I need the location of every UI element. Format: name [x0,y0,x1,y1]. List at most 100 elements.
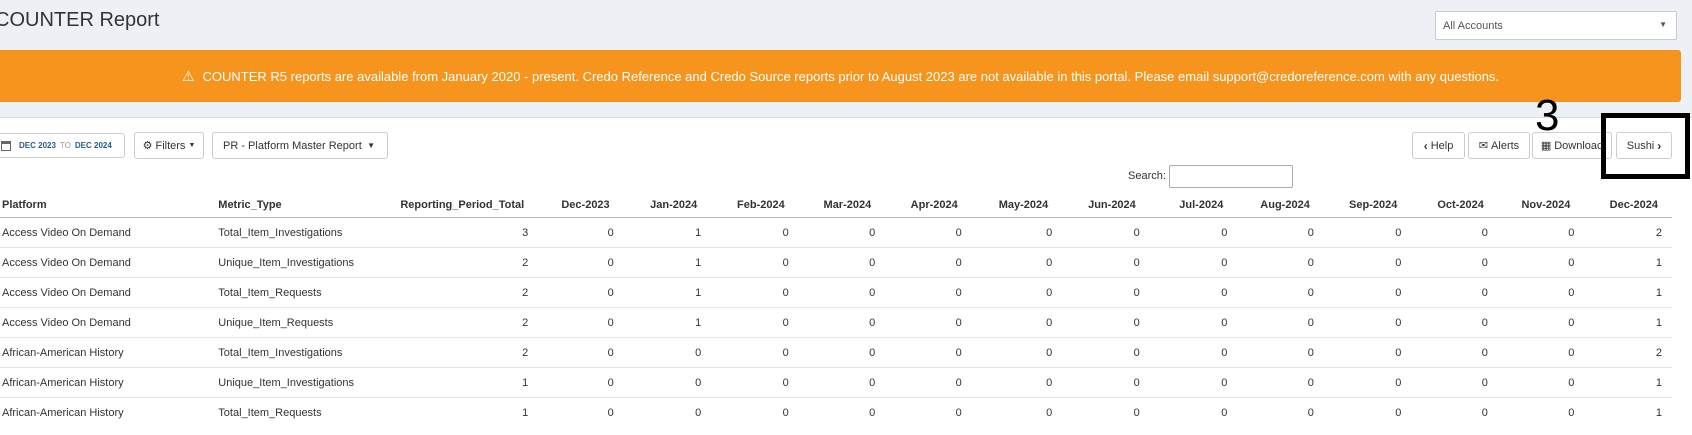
account-select[interactable]: All Accounts ▼ [1435,11,1677,40]
table-cell: 0 [885,397,972,427]
table-cell: Access Video On Demand [0,277,217,308]
table-cell: 0 [538,397,624,427]
column-header[interactable]: Metric_Type [216,193,398,218]
table-cell: 2 [1584,217,1672,248]
table-cell: 0 [1237,337,1324,368]
report-select-value: PR - Platform Master Report [223,139,362,152]
table-cell: 0 [538,367,624,398]
search-input[interactable] [1169,165,1293,188]
table-cell: 1 [1584,247,1672,278]
table-cell: 0 [971,307,1063,338]
download-label: Download [1554,139,1604,152]
table-cell: 0 [1323,337,1412,368]
table-cell: 0 [711,337,799,368]
table-cell: 0 [885,337,972,368]
table-cell: 0 [1497,277,1585,308]
table-cell: 2 [397,307,539,338]
table-row: Access Video On Demand Total_Item_Investi… [0,217,1672,248]
table-cell: 0 [1149,307,1238,338]
report-table: Platform Metric_Type Reporting_Period_Tota… [0,193,1672,427]
table-cell: 1 [397,397,539,427]
alert-banner: ⚠ COUNTER R5 reports are available from … [0,50,1681,102]
date-range-picker[interactable]: DEC 2023 TO DEC 2024 [0,133,125,158]
table-cell: 0 [1062,397,1150,427]
table-cell: 0 [1323,397,1412,427]
table-cell: Unique_Item_Investigations [216,247,398,278]
table-cell: 1 [1584,277,1672,308]
table-cell: 0 [971,277,1063,308]
table-cell: 1 [623,277,712,308]
column-header[interactable]: Aug-2024 [1237,193,1324,218]
date-from: DEC 2023 [19,141,56,150]
table-header-row: Platform Metric_Type Reporting_Period_Tota… [0,193,1672,218]
table-cell: 0 [711,367,799,398]
table-cell: 0 [711,307,799,338]
table-row: Access Video On Demand Unique_Item_Invest… [0,247,1672,278]
column-header[interactable]: Sep-2024 [1323,193,1412,218]
date-to: DEC 2024 [74,141,112,150]
table-row: African-American History Unique_Item_Inve… [0,367,1672,398]
warning-icon: ⚠ [181,67,195,84]
table-cell: 0 [885,367,972,398]
table-cell: Total_Item_Requests [216,277,398,308]
table-cell: 0 [1149,337,1238,368]
table-cell: 0 [971,337,1063,368]
table-cell: 2 [397,277,539,308]
report-select[interactable]: PR - Platform Master Report ▼ [212,132,388,159]
column-header[interactable]: Jun-2024 [1062,193,1150,218]
table-cell: 0 [798,337,886,368]
table-cell: 0 [1237,367,1324,398]
page-title: COUNTER Report [0,9,160,31]
table-cell: 2 [397,247,539,278]
table-cell: 0 [971,397,1063,427]
table-cell: 0 [1323,307,1412,338]
table-cell: 0 [1497,307,1585,338]
table-cell: 0 [1323,367,1412,398]
table-cell: 1 [1584,307,1672,338]
table-cell: 0 [1062,367,1150,398]
column-header[interactable]: Reporting_Period_Total [397,193,539,218]
column-header[interactable]: Oct-2024 [1411,193,1498,218]
help-label: Help [1430,139,1454,152]
column-header[interactable]: Mar-2024 [798,193,886,218]
table-cell: 0 [623,337,712,368]
table-cell: 0 [1497,247,1585,278]
table-cell: 0 [798,307,886,338]
table-cell: 0 [1411,307,1498,338]
column-header[interactable]: Platform [0,193,217,218]
column-header[interactable]: Dec-2024 [1584,193,1672,218]
column-header[interactable]: Nov-2024 [1497,193,1585,218]
column-header[interactable]: May-2024 [971,193,1063,218]
table-cell: 0 [538,307,624,338]
column-header[interactable]: Jan-2024 [623,193,712,218]
table-cell: Unique_Item_Requests [216,307,398,338]
table-cell: 0 [1237,247,1324,278]
table-cell: 1 [1584,367,1672,398]
table-cell: 0 [798,397,886,427]
table-cell: 0 [971,247,1063,278]
table-cell: 0 [1411,277,1498,308]
alerts-button[interactable]: ✉ Alerts [1468,132,1530,159]
column-header[interactable]: Jul-2024 [1149,193,1238,218]
table-cell: 0 [711,247,799,278]
table-cell: 0 [798,247,886,278]
calendar-icon [1,140,11,151]
table-cell: 0 [1062,307,1150,338]
table-cell: 3 [397,217,539,248]
table-cell: 0 [711,277,799,308]
table-cell: 0 [711,397,799,427]
table-cell: 0 [1411,247,1498,278]
column-header[interactable]: Apr-2024 [885,193,972,218]
table-row: Access Video On Demand Unique_Item_Reques… [0,307,1672,338]
table-cell: 1 [397,367,539,398]
table-icon: ▦ [1540,140,1552,152]
table-cell: 0 [1237,217,1324,248]
column-header[interactable]: Feb-2024 [711,193,799,218]
page-header: COUNTER Report All Accounts ▼ ⚠ COUNTER … [0,0,1692,118]
help-button[interactable]: ‹ Help [1412,132,1465,159]
column-header[interactable]: Dec-2023 [538,193,624,218]
table-cell: 0 [711,217,799,248]
table-cell: 0 [1497,217,1585,248]
filters-button[interactable]: ⚙ Filters ▼ [134,132,204,159]
table-cell: 0 [1411,217,1498,248]
